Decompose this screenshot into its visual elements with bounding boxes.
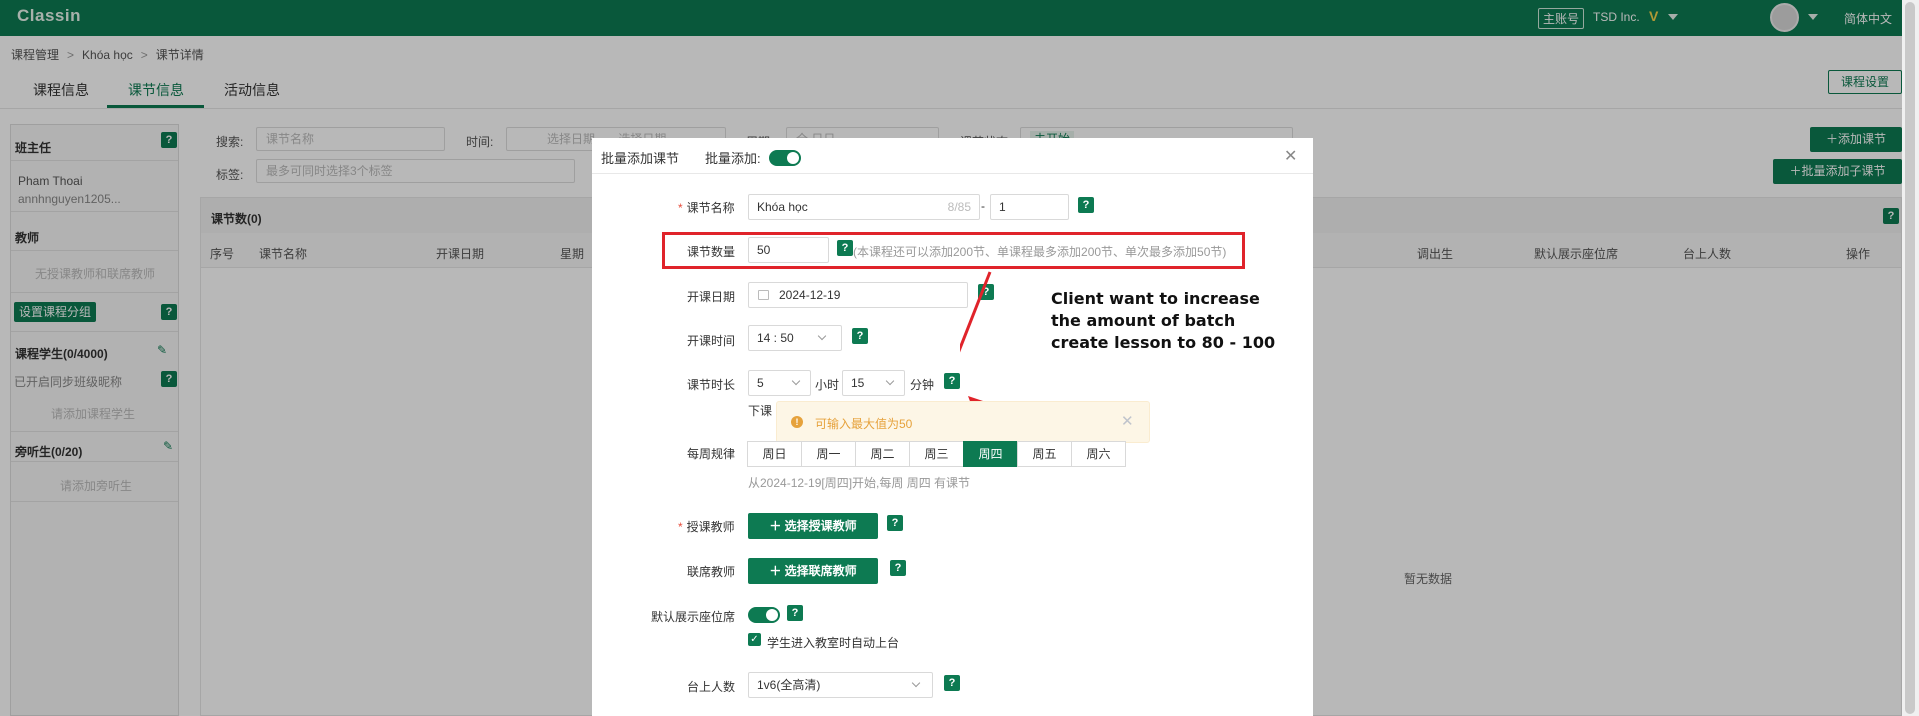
calendar-icon: [758, 290, 769, 300]
day-option[interactable]: 周三: [909, 441, 964, 467]
auto-stage-checkbox[interactable]: ✓: [748, 633, 761, 646]
weekly-label: 每周规律: [687, 447, 736, 461]
day-option[interactable]: 周一: [801, 441, 856, 467]
co-teacher-label: 联席教师: [687, 565, 736, 579]
stage-count-select[interactable]: 1v6(全高清): [748, 672, 933, 698]
day-option[interactable]: 周五: [1017, 441, 1072, 467]
chevron-down-icon: [791, 376, 801, 386]
day-option[interactable]: 周四: [963, 441, 1018, 467]
batch-add-label: 批量添加:: [705, 151, 761, 166]
annotation-note: Client want to increase the amount of ba…: [1051, 289, 1276, 352]
duration-minutes-select[interactable]: 15: [842, 370, 905, 396]
lesson-count-hint: (本课程还可以添加200节、单课程最多添加200节、单次最多添加50节): [853, 245, 1227, 259]
lesson-count-input[interactable]: 50: [748, 237, 829, 263]
close-icon[interactable]: ✕: [1284, 146, 1297, 166]
dialog-header: 批量添加课节 批量添加: ✕: [592, 138, 1313, 174]
dialog-title: 批量添加课节: [601, 151, 680, 166]
start-time-select[interactable]: 14 : 50: [748, 325, 842, 351]
chevron-down-icon: [817, 331, 827, 341]
lesson-name-label: * 课节名称: [678, 201, 735, 215]
help-icon[interactable]: ?: [837, 240, 853, 256]
help-icon[interactable]: ?: [890, 560, 906, 576]
day-option[interactable]: 周六: [1071, 441, 1126, 467]
help-icon[interactable]: ?: [944, 675, 960, 691]
start-time-label: 开课时间: [687, 334, 736, 348]
lesson-number-input[interactable]: 1: [990, 194, 1069, 220]
duration-hours-select[interactable]: 5: [748, 370, 811, 396]
help-icon[interactable]: ?: [787, 605, 803, 621]
day-option[interactable]: 周二: [855, 441, 910, 467]
help-icon[interactable]: ?: [1078, 197, 1094, 213]
stage-count-label: 台上人数: [687, 680, 736, 694]
alert-message: 可输入最大值为50: [815, 417, 913, 431]
warning-icon: !: [791, 416, 803, 428]
help-icon[interactable]: ?: [852, 328, 868, 344]
select-co-teacher-button[interactable]: ＋ 选择联席教师: [748, 558, 878, 584]
duration-label: 课节时长: [687, 378, 736, 392]
start-date-input[interactable]: 2024-12-19: [748, 282, 968, 308]
seat-label: 默认展示座位席: [651, 610, 736, 624]
select-teacher-button[interactable]: ＋ 选择授课教师: [748, 513, 878, 539]
teacher-label: * 授课教师: [678, 520, 735, 534]
end-time-prefix: 下课: [748, 404, 773, 418]
minutes-unit: 分钟: [910, 378, 935, 392]
start-date-label: 开课日期: [687, 290, 736, 304]
lesson-count-label: 课节数量: [687, 245, 736, 259]
weekly-summary: 从2024-12-19[周四]开始,每周 周四 有课节: [748, 476, 971, 490]
lesson-name-input[interactable]: Khóa học 8/85: [748, 194, 980, 220]
auto-stage-label: 学生进入教室时自动上台: [767, 636, 900, 650]
help-icon[interactable]: ?: [887, 515, 903, 531]
batch-add-toggle[interactable]: [769, 150, 801, 166]
chevron-down-icon: [885, 376, 895, 386]
chevron-down-icon: [911, 678, 921, 688]
weekday-selector: 周日 周一 周二 周三 周四 周五 周六: [747, 441, 1126, 467]
help-icon[interactable]: ?: [944, 373, 960, 389]
max-value-alert: ! 可输入最大值为50 ✕: [776, 401, 1150, 443]
hours-unit: 小时: [815, 378, 840, 392]
name-dash: -: [981, 199, 985, 213]
day-option[interactable]: 周日: [747, 441, 802, 467]
char-counter: 8/85: [947, 200, 971, 214]
scrollbar-thumb[interactable]: [1905, 2, 1915, 714]
seat-toggle[interactable]: [748, 607, 780, 623]
close-icon[interactable]: ✕: [1121, 412, 1134, 430]
